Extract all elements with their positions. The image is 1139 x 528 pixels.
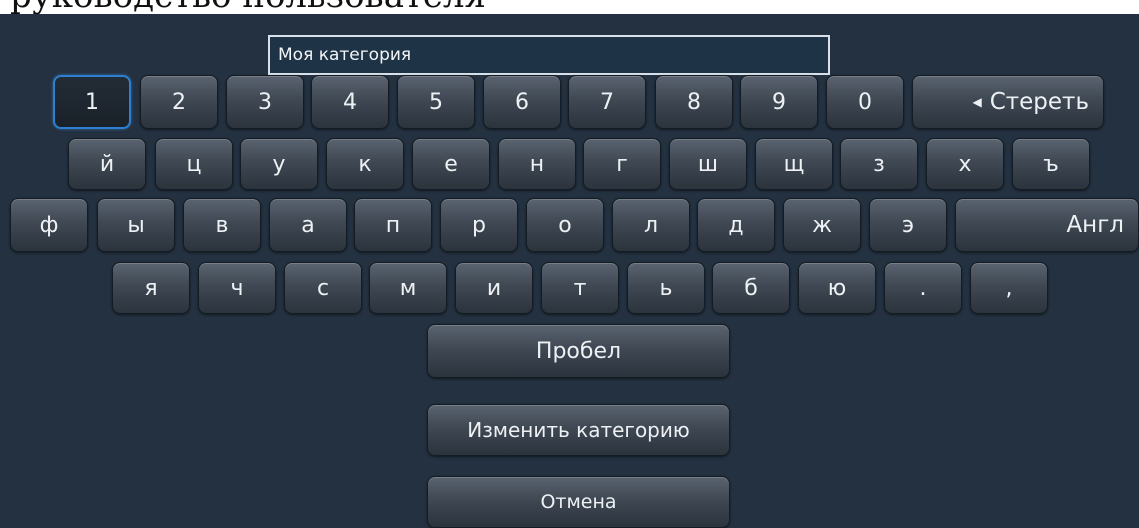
key-ц[interactable]: ц (155, 138, 233, 190)
key-о[interactable]: о (526, 198, 604, 252)
cancel-button[interactable]: Отмена (427, 476, 730, 528)
key-р[interactable]: р (440, 198, 518, 252)
key-д[interactable]: д (697, 198, 775, 252)
change-category-button[interactable]: Изменить категорию (427, 404, 730, 456)
key-9[interactable]: 9 (740, 75, 818, 129)
key-и[interactable]: и (455, 262, 533, 314)
key-6[interactable]: 6 (483, 75, 561, 129)
key-й[interactable]: й (68, 138, 146, 190)
backspace-button[interactable]: ◀ Стереть (912, 75, 1104, 129)
key-ь[interactable]: ь (627, 262, 705, 314)
key-л[interactable]: л (612, 198, 690, 252)
key-period[interactable]: . (884, 262, 962, 314)
key-1[interactable]: 1 (53, 75, 131, 129)
key-б[interactable]: б (712, 262, 790, 314)
key-3[interactable]: 3 (226, 75, 304, 129)
key-5[interactable]: 5 (397, 75, 475, 129)
key-п[interactable]: п (354, 198, 432, 252)
key-я[interactable]: я (112, 262, 190, 314)
keyboard-panel: Моя категория 1 2 3 4 5 6 7 8 9 0 ◀ Стер… (0, 14, 1139, 528)
key-а[interactable]: а (269, 198, 347, 252)
key-8[interactable]: 8 (655, 75, 733, 129)
key-е[interactable]: е (412, 138, 490, 190)
key-т[interactable]: т (541, 262, 619, 314)
key-ш[interactable]: ш (669, 138, 747, 190)
key-ч[interactable]: ч (198, 262, 276, 314)
key-щ[interactable]: щ (755, 138, 833, 190)
key-2[interactable]: 2 (140, 75, 218, 129)
backspace-label: Стереть (989, 89, 1089, 115)
key-ъ[interactable]: ъ (1012, 138, 1090, 190)
key-ф[interactable]: ф (10, 198, 88, 252)
key-э[interactable]: э (869, 198, 947, 252)
key-comma[interactable]: , (970, 262, 1048, 314)
key-ж[interactable]: ж (783, 198, 861, 252)
key-ы[interactable]: ы (97, 198, 175, 252)
key-7[interactable]: 7 (568, 75, 646, 129)
key-с[interactable]: с (284, 262, 362, 314)
key-к[interactable]: к (326, 138, 404, 190)
left-triangle-icon: ◀ (972, 95, 982, 109)
key-у[interactable]: у (240, 138, 318, 190)
key-м[interactable]: м (369, 262, 447, 314)
space-button[interactable]: Пробел (427, 324, 730, 378)
key-г[interactable]: г (583, 138, 661, 190)
key-з[interactable]: з (840, 138, 918, 190)
key-0[interactable]: 0 (826, 75, 904, 129)
key-н[interactable]: н (498, 138, 576, 190)
key-4[interactable]: 4 (311, 75, 389, 129)
key-ю[interactable]: ю (798, 262, 876, 314)
key-х[interactable]: х (926, 138, 1004, 190)
category-name-input[interactable]: Моя категория (268, 35, 830, 75)
language-switch-button[interactable]: Англ (955, 198, 1139, 252)
key-в[interactable]: в (183, 198, 261, 252)
